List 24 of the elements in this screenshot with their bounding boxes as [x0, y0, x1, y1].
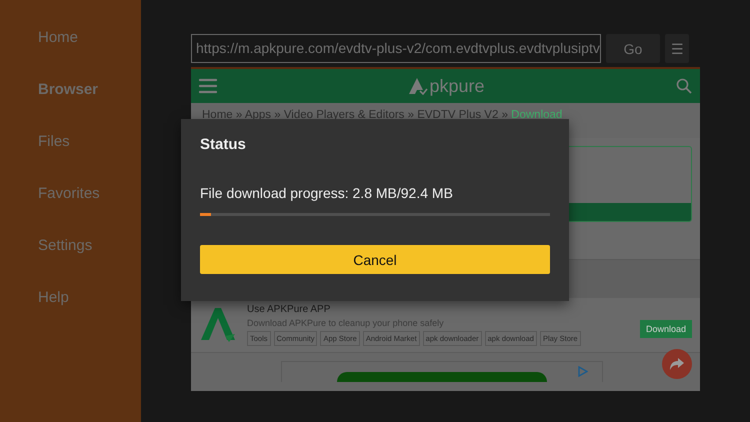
sidebar-item[interactable]: Help [0, 272, 141, 324]
search-icon[interactable] [676, 78, 692, 94]
breadcrumb: Home » Apps » Video Players & Editors » EVDTV Plus V2 » Download [201, 108, 564, 123]
sidebar-item[interactable]: Favorites [0, 168, 141, 220]
logo-icon [408, 77, 428, 95]
sidebar-item[interactable]: Home [0, 12, 141, 64]
menu-button[interactable]: ☰ [665, 34, 689, 63]
promo-title: Use APKPure APP [247, 304, 332, 315]
cancel-button[interactable]: Cancel [200, 245, 550, 274]
sidebar-item[interactable]: Settings [0, 220, 141, 272]
ad-choices-icon[interactable] [578, 366, 588, 377]
sidebar-item[interactable]: Files [0, 116, 141, 168]
dialog-title: Status [200, 136, 247, 153]
site-logo: pkpure [429, 76, 485, 96]
menu-icon[interactable] [199, 78, 217, 94]
progress-message: File download progress: 2.8 MB/92.4 MB [200, 185, 454, 201]
share-icon [669, 357, 685, 371]
share-button[interactable] [662, 349, 692, 379]
ad-button[interactable] [337, 372, 547, 382]
download-button[interactable]: Download [640, 320, 692, 338]
go-button[interactable]: Go [606, 34, 660, 63]
url-field[interactable]: https://m.apkpure.com/evdtv-plus-v2/com.evdtvplus.evdtvplusiptv [191, 34, 601, 63]
app-logo-icon [199, 306, 237, 344]
sidebar-item[interactable]: Browser [0, 64, 141, 116]
